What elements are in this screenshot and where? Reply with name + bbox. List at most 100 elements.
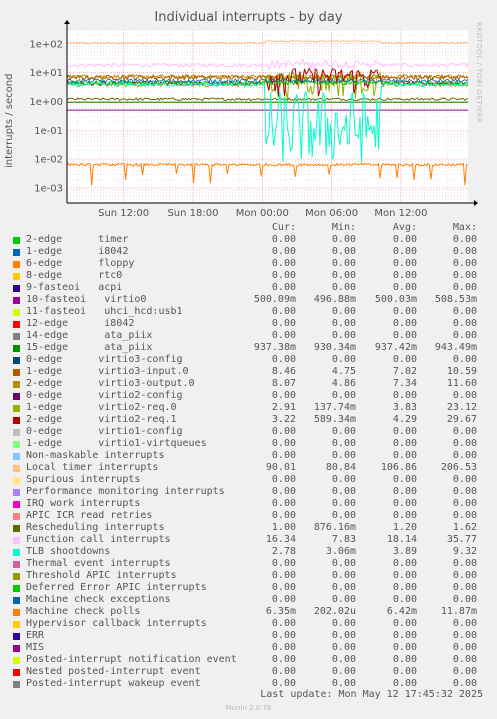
legend-label: Threshold APIC interrupts [26,570,177,581]
legend-label: Thermal event interrupts [26,558,171,569]
legend-max-value: 0.00 [452,354,477,365]
legend-max-value: 0.00 [452,282,477,293]
legend-swatch [13,549,20,556]
legend-row: Spurious interrupts 0.00 0.00 0.00 0.00 [0,474,497,486]
legend-label: Posted-interrupt notification event [26,654,237,665]
legend-min-value: 0.00 [331,450,356,461]
legend-row: Thermal event interrupts 0.00 0.00 0.00 0.00 [0,558,497,570]
legend-table: 2-edge timer 0.00 0.00 0.00 0.00 1-edge i8042… [0,234,497,690]
legend-min-value: 0.00 [331,234,356,245]
legend-swatch [13,333,20,340]
legend-max-value: 10.59 [446,366,477,377]
legend-min-value: 3.06m [325,546,356,557]
x-axis-arrow [474,200,478,206]
legend-label: Rescheduling interrupts [26,522,165,533]
legend-label: Function call interrupts [26,534,171,545]
legend-label: Local timer interrupts [26,462,159,473]
legend-row: 2-edge virtio3-output.0 8.07 4.86 7.34 11.60 [0,378,497,390]
legend-row: 0-edge virtio1-config 0.00 0.00 0.00 0.00 [0,426,497,438]
legend-swatch [13,393,20,400]
legend-label: ERR [26,630,45,641]
legend-swatch [13,453,20,460]
legend-label: 9-fasteoi acpi [26,282,123,293]
legend-max-value: 11.87m [440,606,477,617]
legend-label: 6-edge floppy [26,258,135,269]
legend-label: Nested posted-interrupt event [26,666,201,677]
legend-swatch [13,489,20,496]
legend-header-min: Min: [331,222,356,233]
legend-swatch [13,669,20,676]
legend-max-value: 0.00 [452,486,477,497]
x-tick-label: Sun 18:00 [167,208,218,219]
legend-label: Machine check exceptions [26,594,171,605]
legend-max-value: 1.62 [452,522,477,533]
legend-swatch [13,285,20,292]
legend-swatch [13,369,20,376]
legend-swatch [13,633,20,640]
legend-max-value: 0.00 [452,306,477,317]
legend-label: 0-edge virtio1-config [26,426,183,437]
y-axis-arrow [64,20,70,24]
legend-swatch [13,345,20,352]
legend-min-value: 0.00 [331,498,356,509]
legend-swatch [13,681,20,688]
legend-swatch [13,621,20,628]
legend-swatch [13,405,20,412]
legend-min-value: 4.86 [331,378,356,389]
legend-label: Deferred Error APIC interrupts [26,582,207,593]
y-tick-label: 1e-03 [34,183,63,194]
legend-swatch [13,561,20,568]
legend-max-value: 943.49m [434,342,477,353]
legend-min-value: 0.00 [331,630,356,641]
legend-swatch [13,273,20,280]
legend-label: APIC ICR read retries [26,510,153,521]
legend-row: TLB shootdowns 2.78 3.06m 3.89 9.32 [0,546,497,558]
legend-row: APIC ICR read retries 0.00 0.00 0.00 0.00 [0,510,497,522]
legend-row: Machine check exceptions 0.00 0.00 0.00 0.00 [0,594,497,606]
legend-row: MIS 0.00 0.00 0.00 0.00 [0,642,497,654]
legend-min-value: 202.02u [313,606,356,617]
legend-label: 1-edge virtio1-virtqueues [26,438,207,449]
legend-label: 10-fasteoi virtio0 [26,294,147,305]
legend-row: 6-edge floppy 0.00 0.00 0.00 0.00 [0,258,497,270]
legend-swatch [13,477,20,484]
legend-row: 1-edge virtio1-virtqueues 0.00 0.00 0.00 0.0… [0,438,497,450]
legend-label: MIS [26,642,45,653]
legend-header: Cur: Min: Avg: Max: [0,222,497,234]
legend-min-value: 0.00 [331,354,356,365]
legend-label: IRQ work interrupts [26,498,141,509]
legend-row: 11-fasteoi uhci_hcd:usb1 0.00 0.00 0.00 0.00 [0,306,497,318]
legend-swatch [13,657,20,664]
x-tick-label: Sun 12:00 [98,208,149,219]
legend-min-value: 589.34m [313,414,356,425]
legend-row: 2-edge virtio2-req.1 3.22 589.34m 4.29 29.67 [0,414,497,426]
legend-swatch [13,429,20,436]
y-tick-label: 1e-01 [34,126,63,137]
legend-max-value: 0.00 [452,438,477,449]
legend-min-value: 0.00 [331,306,356,317]
x-tick-label: Mon 12:00 [374,208,427,219]
legend-row: Posted-interrupt notification event 0.00 0… [0,654,497,666]
legend-swatch [13,417,20,424]
legend-min-value: 0.00 [331,438,356,449]
legend-swatch [13,357,20,364]
legend-row: 9-fasteoi acpi 0.00 0.00 0.00 0.00 [0,282,497,294]
legend-row: Local timer interrupts 90.01 80.84 106.86 20… [0,462,497,474]
legend-min-value: 0.00 [331,246,356,257]
legend-label: 1-edge virtio3-input.0 [26,366,189,377]
legend-max-value: 0.00 [452,570,477,581]
legend-label: Hypervisor callback interrupts [26,618,207,629]
legend-swatch [13,381,20,388]
legend-min-value: 0.00 [331,510,356,521]
legend-label: Spurious interrupts [26,474,141,485]
legend-row: 10-fasteoi virtio0 500.09m 496.88m 500.03m 5… [0,294,497,306]
legend-max-value: 0.00 [452,246,477,257]
legend-swatch [13,261,20,268]
munin-graph: Individual interrupts - by day interrupt… [0,0,497,719]
legend-max-value: 0.00 [452,474,477,485]
legend-row: Performance monitoring interrupts 0.00 0.0… [0,486,497,498]
legend-min-value: 0.00 [331,570,356,581]
y-tick-label: 1e-02 [34,155,63,166]
legend-max-value: 0.00 [452,426,477,437]
legend-max-value: 11.60 [446,378,477,389]
